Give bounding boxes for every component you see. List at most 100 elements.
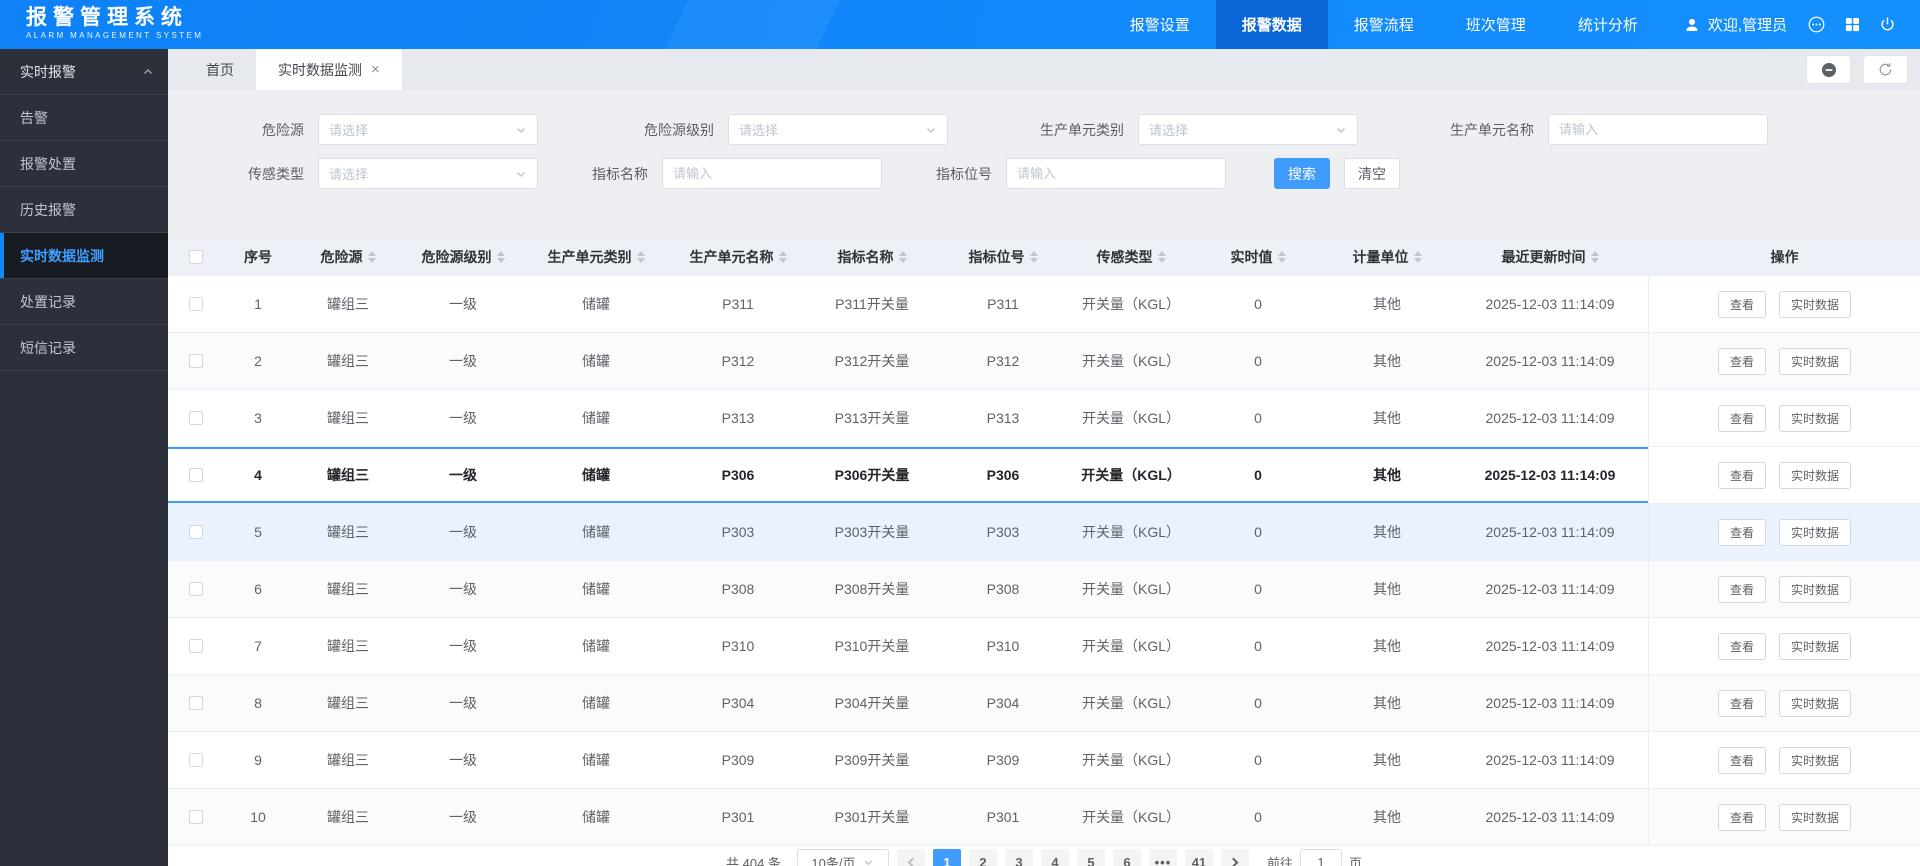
sensor-type-select[interactable]: 请选择 xyxy=(318,158,538,189)
page-number-button[interactable]: 2 xyxy=(968,849,997,866)
cell-updated-time: 2025-12-03 11:14:09 xyxy=(1485,296,1615,312)
message-icon[interactable] xyxy=(1807,15,1826,34)
tab-home[interactable]: 首页 xyxy=(184,49,256,90)
top-nav-item[interactable]: 统计分析 xyxy=(1552,0,1664,49)
view-button[interactable]: 查看 xyxy=(1717,290,1766,318)
page-number-button[interactable]: 41 xyxy=(1184,849,1213,866)
power-icon[interactable] xyxy=(1879,16,1896,33)
column-header[interactable]: 生产单元名称 xyxy=(670,247,806,267)
row-checkbox[interactable] xyxy=(189,696,203,710)
row-checkbox[interactable] xyxy=(189,753,203,767)
cell-index: 10 xyxy=(250,809,266,825)
sort-icon[interactable] xyxy=(367,251,376,263)
table-row: 4 罐组三 一级 储罐 P306 P306开关量 P306 开关量（KGL） 0… xyxy=(168,447,1920,504)
view-button[interactable]: 查看 xyxy=(1717,575,1766,603)
row-checkbox[interactable] xyxy=(189,297,203,311)
top-nav-item[interactable]: 报警数据 xyxy=(1215,0,1328,49)
indicator-tag-input[interactable] xyxy=(1017,166,1215,181)
filter-label: 传感类型 xyxy=(248,165,304,182)
column-header[interactable]: 计量单位 xyxy=(1322,247,1452,267)
sort-icon[interactable] xyxy=(636,251,645,263)
unit-type-select[interactable]: 请选择 xyxy=(1138,114,1358,145)
page-size-select[interactable]: 10条/页 xyxy=(796,849,889,866)
refresh-button[interactable] xyxy=(1863,55,1908,84)
sort-icon[interactable] xyxy=(1413,251,1422,263)
tab-realtime-data-monitor[interactable]: 实时数据监测 × xyxy=(256,49,402,90)
goto-page-input[interactable] xyxy=(1299,849,1342,866)
realtime-data-button[interactable]: 实时数据 xyxy=(1779,290,1852,318)
row-checkbox[interactable] xyxy=(189,582,203,596)
row-checkbox[interactable] xyxy=(189,810,203,824)
view-button[interactable]: 查看 xyxy=(1717,347,1766,375)
column-header[interactable]: 传感类型 xyxy=(1068,247,1194,267)
top-nav-item[interactable]: 报警设置 xyxy=(1104,0,1216,49)
sidebar-item[interactable]: 实时报警 xyxy=(0,49,168,95)
sort-icon[interactable] xyxy=(1029,251,1038,263)
realtime-data-button[interactable]: 实时数据 xyxy=(1779,575,1852,603)
realtime-data-button[interactable]: 实时数据 xyxy=(1779,404,1852,432)
realtime-data-button[interactable]: 实时数据 xyxy=(1779,803,1852,831)
top-nav: 报警设置 报警数据 报警流程 班次管理 统计分析 xyxy=(1104,0,1664,49)
clear-button[interactable]: 清空 xyxy=(1344,158,1400,189)
realtime-data-button[interactable]: 实时数据 xyxy=(1779,746,1852,774)
hazard-level-select[interactable]: 请选择 xyxy=(728,114,948,145)
page-number-button[interactable]: 5 xyxy=(1076,849,1105,866)
sidebar-item[interactable]: 报警处置 xyxy=(0,141,168,187)
view-button[interactable]: 查看 xyxy=(1717,689,1766,717)
view-button[interactable]: 查看 xyxy=(1717,632,1766,660)
view-button[interactable]: 查看 xyxy=(1717,518,1766,546)
row-checkbox[interactable] xyxy=(189,525,203,539)
prev-page-button[interactable] xyxy=(896,849,925,866)
column-header[interactable]: 实时值 xyxy=(1194,247,1322,267)
row-checkbox[interactable] xyxy=(189,639,203,653)
row-checkbox[interactable] xyxy=(189,354,203,368)
sidebar-item[interactable]: 告警 xyxy=(0,95,168,141)
indicator-name-input[interactable] xyxy=(673,166,871,181)
view-button[interactable]: 查看 xyxy=(1717,803,1766,831)
search-button[interactable]: 搜索 xyxy=(1274,158,1330,189)
cell-hazard-source: 罐组三 xyxy=(327,410,369,426)
unit-name-input[interactable] xyxy=(1559,122,1757,137)
sort-icon[interactable] xyxy=(898,251,907,263)
view-button[interactable]: 查看 xyxy=(1717,461,1766,489)
sort-icon[interactable] xyxy=(778,251,787,263)
realtime-data-button[interactable]: 实时数据 xyxy=(1779,518,1852,546)
hazard-source-select[interactable]: 请选择 xyxy=(318,114,538,145)
realtime-data-button[interactable]: 实时数据 xyxy=(1779,461,1852,489)
user-menu[interactable]: 欢迎,管理员 xyxy=(1664,0,1807,49)
apps-grid-icon[interactable] xyxy=(1845,17,1860,32)
column-header[interactable]: 指标名称 xyxy=(806,247,938,267)
sidebar-item[interactable]: 短信记录 xyxy=(0,325,168,371)
sort-icon[interactable] xyxy=(496,251,505,263)
realtime-data-button[interactable]: 实时数据 xyxy=(1779,347,1852,375)
column-header[interactable]: 危险源级别 xyxy=(404,247,522,267)
sort-icon[interactable] xyxy=(1157,251,1166,263)
sort-icon[interactable] xyxy=(1277,251,1286,263)
sort-icon[interactable] xyxy=(1590,251,1599,263)
column-header[interactable]: 危险源 xyxy=(292,247,404,267)
sidebar-item[interactable]: 历史报警 xyxy=(0,187,168,233)
collapse-tabs-button[interactable] xyxy=(1806,55,1851,84)
page-number-button[interactable]: 4 xyxy=(1040,849,1069,866)
page-number-button[interactable]: 6 xyxy=(1112,849,1141,866)
page-number-button[interactable]: ••• xyxy=(1148,849,1177,866)
select-all-checkbox[interactable] xyxy=(189,250,203,264)
close-icon[interactable]: × xyxy=(371,62,380,77)
sidebar-item[interactable]: 处置记录 xyxy=(0,279,168,325)
row-checkbox[interactable] xyxy=(189,411,203,425)
realtime-data-button[interactable]: 实时数据 xyxy=(1779,632,1852,660)
top-nav-item[interactable]: 班次管理 xyxy=(1440,0,1552,49)
page-number-button[interactable]: 3 xyxy=(1004,849,1033,866)
realtime-data-button[interactable]: 实时数据 xyxy=(1779,689,1852,717)
row-checkbox[interactable] xyxy=(189,468,203,482)
column-header[interactable]: 生产单元类别 xyxy=(522,247,670,267)
sidebar-item[interactable]: 实时数据监测 xyxy=(0,233,168,279)
cell-index: 7 xyxy=(254,638,262,654)
view-button[interactable]: 查看 xyxy=(1717,746,1766,774)
column-header[interactable]: 最近更新时间 xyxy=(1452,247,1648,267)
view-button[interactable]: 查看 xyxy=(1717,404,1766,432)
page-number-button[interactable]: 1 xyxy=(932,849,961,866)
column-header[interactable]: 指标位号 xyxy=(938,247,1068,267)
next-page-button[interactable] xyxy=(1220,849,1249,866)
top-nav-item[interactable]: 报警流程 xyxy=(1328,0,1440,49)
